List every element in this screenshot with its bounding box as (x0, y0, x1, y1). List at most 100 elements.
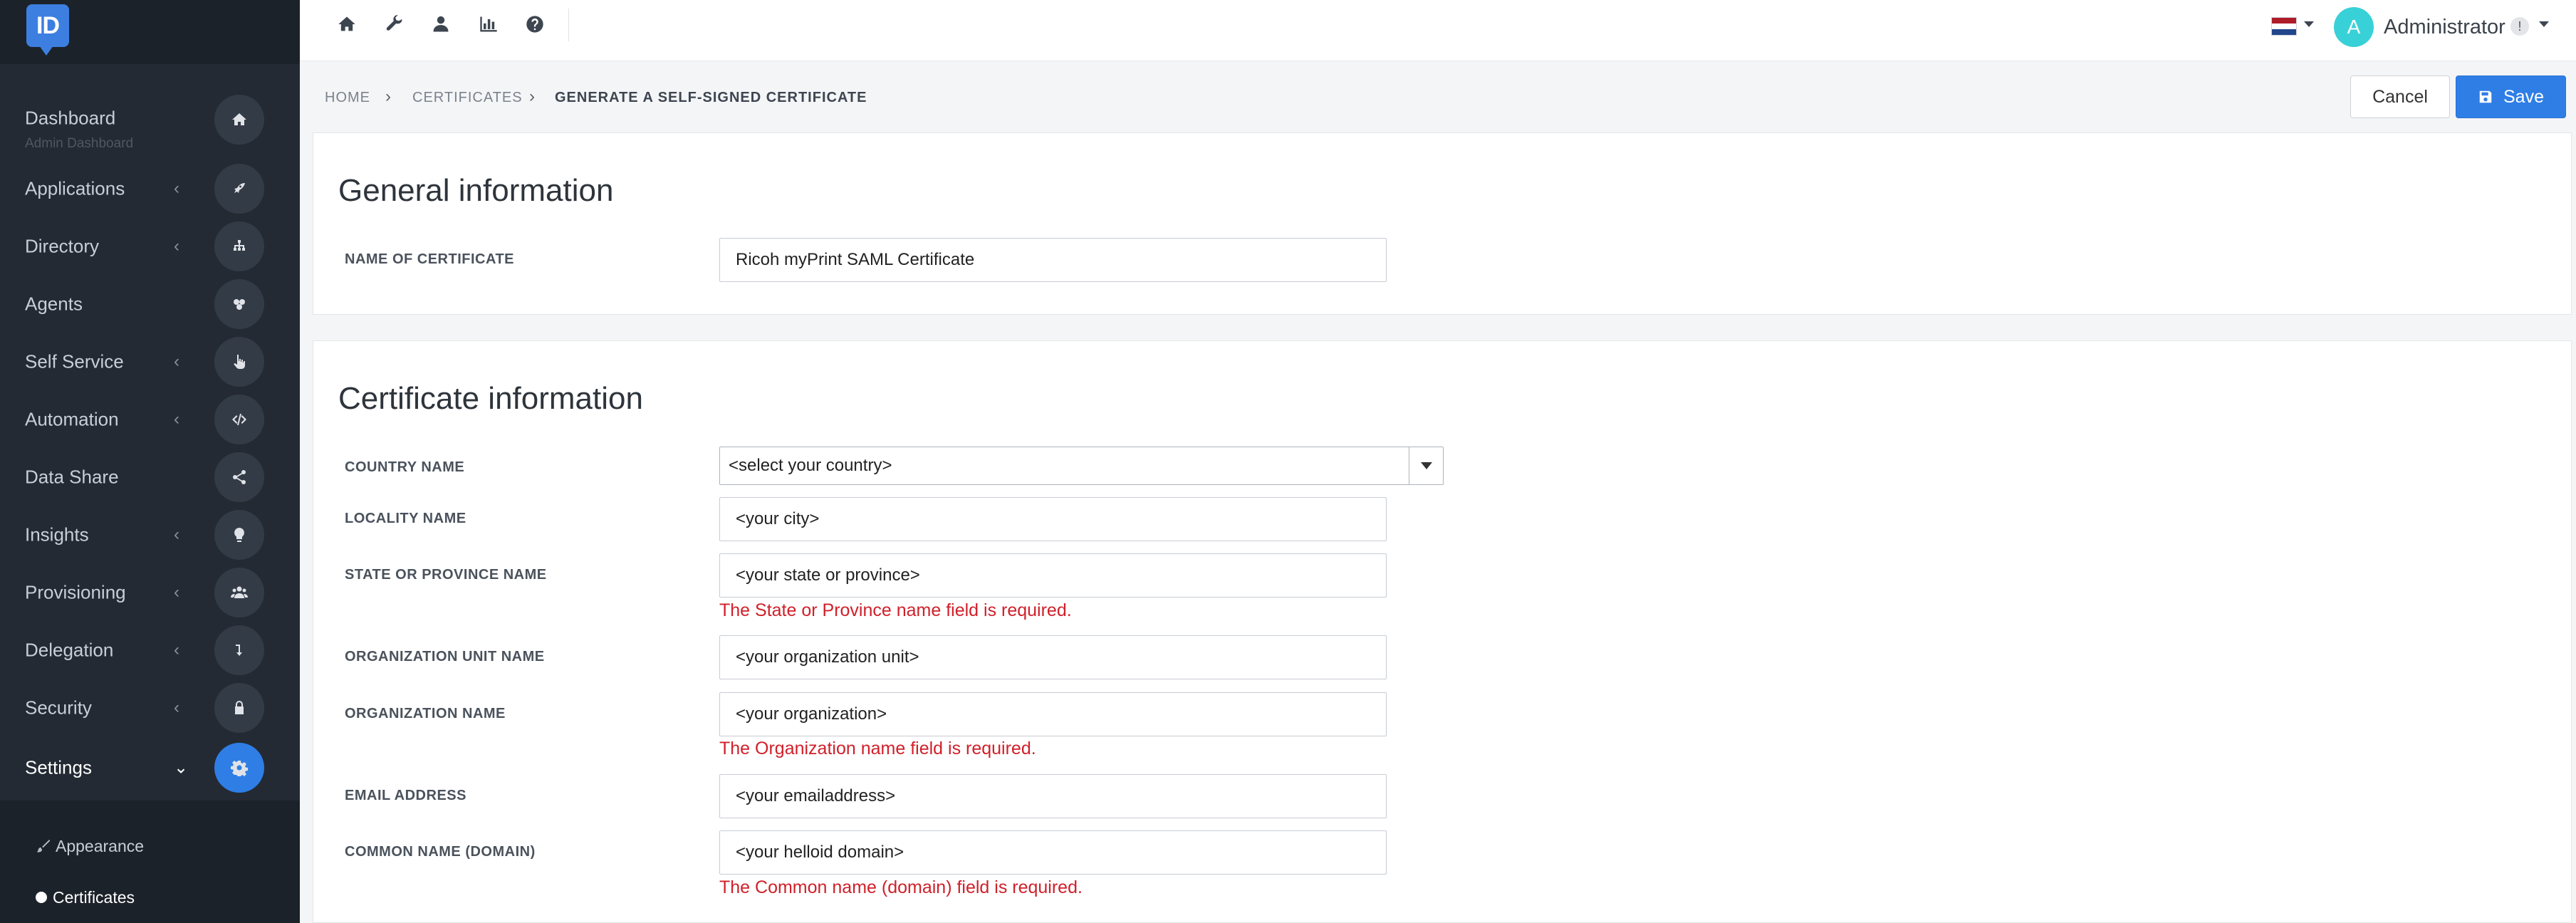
save-button-label: Save (2503, 86, 2544, 107)
field-label: Locality name (345, 511, 466, 526)
sidebar-item-settings[interactable]: Settings ⌄ (0, 739, 300, 796)
chevron-left-icon: ‹ (174, 640, 179, 659)
sidebar-item-label: Security (25, 697, 92, 719)
user-icon[interactable] (428, 11, 454, 37)
sitemap-icon (214, 221, 264, 271)
state-error-message: The State or Province name field is requ… (719, 600, 1072, 620)
field-label: State or province name (345, 567, 547, 583)
field-label: Common name (domain) (345, 844, 536, 860)
select-value: <select your country> (729, 456, 892, 475)
common-name-error-message: The Common name (domain) field is requir… (719, 877, 1083, 897)
users-icon (214, 568, 264, 617)
sidebar-item-automation[interactable]: Automation ‹ (0, 391, 300, 448)
share-icon (214, 452, 264, 502)
sidebar-item-label: Data Share (25, 466, 119, 488)
sidebar-item-label: Automation (25, 408, 119, 430)
field-label: Email address (345, 788, 466, 803)
field-label: Organization unit name (345, 649, 545, 664)
paint-brush-icon (36, 839, 51, 852)
sidebar-item-label: Self Service (25, 350, 124, 372)
chevron-left-icon: ‹ (174, 236, 179, 256)
organization-input[interactable] (719, 692, 1387, 736)
rocket-icon (214, 164, 264, 214)
home-icon[interactable] (334, 11, 360, 37)
hand-pointer-icon (214, 337, 264, 387)
breadcrumb: Home › Certificates › Generate a self-si… (300, 61, 2576, 132)
field-label: Organization name (345, 706, 506, 721)
locality-input[interactable] (719, 497, 1387, 541)
username[interactable]: Administrator (2384, 16, 2505, 39)
floppy-disk-icon (2479, 90, 2492, 103)
organization-error-message: The Organization name field is required. (719, 739, 1036, 758)
sidebar-item-self-service[interactable]: Self Service ‹ (0, 333, 300, 390)
cancel-button[interactable]: Cancel (2350, 75, 2450, 118)
sidebar-item-dashboard[interactable]: Dashboard Admin Dashboard (0, 91, 300, 151)
sidebar-item-label: Directory (25, 235, 100, 257)
toolbar-divider (568, 9, 569, 41)
chevron-left-icon: ‹ (174, 698, 179, 717)
bar-chart-icon[interactable] (476, 11, 501, 37)
top-bar: A Administrator ! (300, 0, 2576, 61)
chevron-down-icon: ⌄ (174, 758, 189, 778)
chevron-right-icon: › (385, 87, 391, 106)
sidebar-item-label: Delegation (25, 639, 114, 661)
helloid-logo[interactable]: ID (26, 4, 69, 56)
sidebar-item-label: Insights (25, 523, 89, 546)
common-name-input[interactable] (719, 830, 1387, 875)
sidebar-item-sublabel: Admin Dashboard (25, 136, 134, 151)
code-icon (214, 395, 264, 444)
sidebar-item-delegation[interactable]: Delegation ‹ (0, 622, 300, 679)
notification-badge[interactable]: ! (2510, 17, 2529, 36)
chevron-left-icon: ‹ (174, 583, 179, 602)
organization-unit-input[interactable] (719, 635, 1387, 679)
sidebar-item-label: Applications (25, 177, 125, 199)
subnav-item-certificates[interactable]: Certificates (36, 883, 135, 912)
sidebar-item-security[interactable]: Security ‹ (0, 679, 300, 736)
level-down-icon (214, 625, 264, 675)
sidebar-item-provisioning[interactable]: Provisioning ‹ (0, 564, 300, 621)
subnav-item-appearance[interactable]: Appearance (36, 832, 144, 860)
question-circle-icon[interactable] (522, 11, 548, 37)
sidebar-item-label: Dashboard (25, 107, 116, 129)
state-province-input[interactable] (719, 553, 1387, 598)
sidebar-item-applications[interactable]: Applications ‹ (0, 160, 300, 217)
chevron-left-icon: ‹ (174, 179, 179, 198)
sidebar: ID Dashboard Admin Dashboard Application… (0, 0, 300, 923)
chevron-down-icon[interactable] (2539, 21, 2549, 27)
subnav-item-label: Certificates (53, 887, 135, 907)
subnav-item-label: Appearance (56, 836, 145, 855)
chevron-left-icon: ‹ (174, 410, 179, 429)
sidebar-header: ID (0, 0, 300, 64)
general-information-card: General information Name of certificate (313, 132, 2572, 315)
sidebar-item-agents[interactable]: Agents (0, 276, 300, 333)
section-title: Certificate information (338, 381, 643, 416)
language-flag-icon[interactable] (2271, 17, 2297, 36)
dropdown-arrow-icon[interactable] (1409, 447, 1443, 484)
agents-icon (214, 279, 264, 329)
chevron-right-icon: › (529, 87, 535, 106)
wrench-icon[interactable] (382, 11, 407, 37)
chevron-down-icon[interactable] (2304, 21, 2314, 27)
settings-subnav: Appearance Certificates (0, 801, 300, 923)
sidebar-item-directory[interactable]: Directory ‹ (0, 218, 300, 275)
sidebar-item-label: Provisioning (25, 581, 126, 603)
email-input[interactable] (719, 774, 1387, 818)
sidebar-item-insights[interactable]: Insights ‹ (0, 506, 300, 563)
breadcrumb-certificates[interactable]: Certificates (412, 90, 523, 106)
home-icon (214, 95, 264, 145)
sidebar-item-data-share[interactable]: Data Share (0, 449, 300, 506)
country-select[interactable]: <select your country> (719, 447, 1444, 485)
chevron-left-icon: ‹ (174, 352, 179, 371)
certificate-name-input[interactable] (719, 238, 1387, 282)
sidebar-item-label: Settings (25, 756, 92, 778)
breadcrumb-current: Generate a self-signed certificate (555, 90, 867, 105)
gear-icon (214, 743, 264, 793)
field-label: Country name (345, 459, 465, 475)
certificate-information-card: Certificate information Country name <se… (313, 340, 2572, 923)
save-button[interactable]: Save (2456, 75, 2566, 118)
lightbulb-icon (214, 510, 264, 560)
sidebar-item-label: Agents (25, 293, 83, 315)
avatar[interactable]: A (2334, 7, 2374, 47)
lock-icon (214, 683, 264, 733)
breadcrumb-home[interactable]: Home (325, 90, 370, 106)
